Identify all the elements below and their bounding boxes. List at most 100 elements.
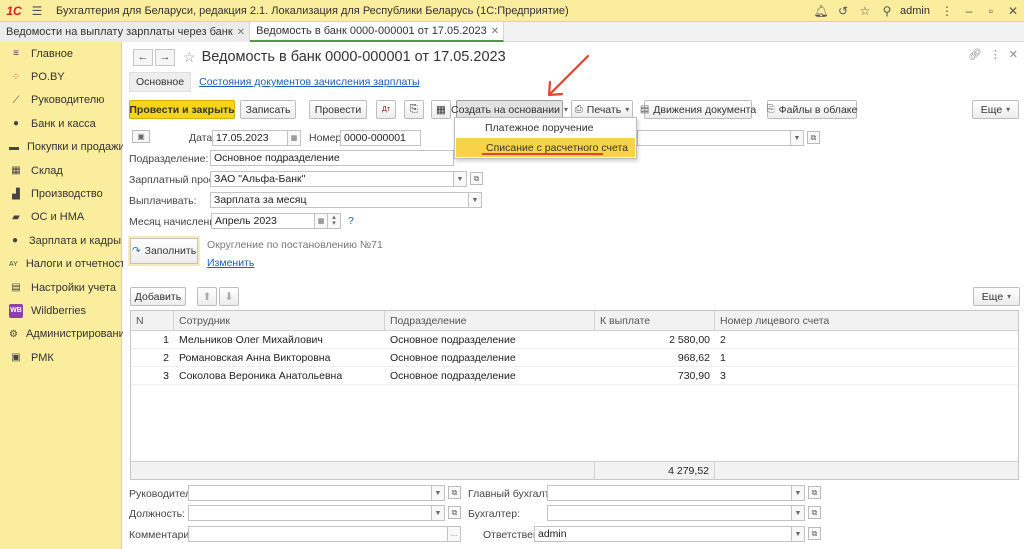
more-button[interactable]: Еще ▾ (972, 100, 1019, 119)
sidebar-item-taxes[interactable]: AY Налоги и отчетность (0, 253, 131, 276)
close-tab-icon[interactable]: ✕ (237, 27, 245, 38)
menu-icon: ≡ (13, 48, 19, 60)
annotation-arrow (547, 54, 590, 97)
sidebar-item-production[interactable]: ▟ Производство (0, 182, 121, 205)
sidebar-item-payroll-hr[interactable]: ● Зарплата и кадры (0, 229, 121, 252)
post-button[interactable]: Провести (309, 100, 367, 119)
favorite-star-icon[interactable]: ☆ (183, 49, 196, 66)
open-icon[interactable]: ⧉ (807, 131, 820, 144)
movements-icon: ▤ (639, 104, 650, 115)
position-field[interactable] (188, 505, 432, 521)
sidebar-item-purchases-sales[interactable]: ▬ Покупки и продажи (0, 136, 125, 159)
sidebar-item-accounting-settings[interactable]: ▤ Настройки учета (0, 276, 121, 299)
table-row[interactable]: 1 Мельников Олег Михайлович Основное под… (131, 331, 1018, 349)
add-row-button[interactable]: Добавить (130, 287, 186, 306)
ellipsis-button[interactable]: … (448, 526, 461, 542)
tab-main[interactable]: Основное (129, 72, 192, 92)
month-stepper[interactable]: ▴ ▾ (328, 213, 341, 229)
tab-payroll-document[interactable]: Ведомость в банк 0000-000001 от 17.05.20… (250, 22, 505, 42)
pay-type-field[interactable]: Зарплата за месяц (210, 192, 469, 208)
accountant-field[interactable] (547, 505, 792, 521)
doc-states-link[interactable]: Состояния документов зачисления зарплаты (199, 76, 419, 88)
responsible-field[interactable]: admin (534, 526, 792, 542)
bell-icon[interactable]: 🔔︎ (810, 2, 832, 20)
structure-icon[interactable]: ▦ (431, 100, 451, 119)
cloud-files-button[interactable]: ⎘ Файлы в облаке (767, 100, 857, 119)
sidebar-item-warehouse[interactable]: ▦ Склад (0, 159, 121, 182)
forward-button[interactable]: → (155, 48, 175, 66)
close-icon[interactable]: ✕ (1009, 48, 1018, 61)
column-header-amount[interactable]: К выплате (595, 311, 715, 331)
comment-field[interactable] (188, 526, 448, 542)
salary-project-field[interactable]: ЗАО "Альфа-Банк" (210, 171, 454, 187)
open-icon[interactable]: ⧉ (448, 506, 461, 519)
hamburger-menu-icon[interactable]: ☰ (28, 2, 46, 20)
open-icon[interactable]: ⧉ (470, 172, 483, 185)
sidebar-item-main[interactable]: ≡ Главное (0, 42, 121, 65)
sidebar-item-pos[interactable]: ▣ РМК (0, 346, 121, 369)
calendar-icon[interactable]: ▦ (315, 213, 328, 229)
move-down-icon[interactable]: ⬇ (219, 287, 239, 306)
more-vertical-icon[interactable]: ⋮ (936, 2, 958, 20)
open-icon[interactable]: ⧉ (808, 527, 821, 540)
chevron-down-icon[interactable]: ▼ (469, 192, 482, 208)
sidebar-item-management[interactable]: ⟋ Руководителю (0, 89, 121, 112)
search-icon[interactable]: ⚲ (876, 2, 898, 20)
chevron-down-icon[interactable]: ▼ (454, 171, 467, 187)
document-movements-button[interactable]: ▤ Движения документа (640, 100, 756, 119)
back-button[interactable]: ← (133, 48, 153, 66)
chevron-down-icon[interactable]: ▼ (791, 130, 804, 146)
change-link[interactable]: Изменить (207, 257, 254, 269)
chevron-down-icon[interactable]: ▼ (432, 485, 445, 501)
number-field[interactable]: 0000-000001 (340, 130, 421, 146)
move-up-icon[interactable]: ⬆ (197, 287, 217, 306)
organization-field[interactable] (637, 130, 791, 146)
close-tab-icon[interactable]: ✕ (491, 26, 499, 37)
column-header-department[interactable]: Подразделение (385, 311, 595, 331)
fill-button[interactable]: ↷ Заполнить (130, 238, 198, 264)
sidebar-item-administration[interactable]: ⚙ Администрирование (0, 323, 131, 346)
chevron-down-icon[interactable]: ▼ (792, 526, 805, 542)
sidebar-item-wildberries[interactable]: WB Wildberries (0, 299, 121, 322)
close-icon[interactable]: ✕ (1002, 2, 1024, 20)
table-more-button[interactable]: Еще ▾ (973, 287, 1020, 306)
help-icon[interactable]: ? (348, 215, 354, 227)
dt-kt-icon[interactable]: Дт (376, 100, 396, 119)
chevron-down-icon[interactable]: ▼ (792, 505, 805, 521)
star-icon[interactable]: ☆ (854, 2, 876, 20)
minimize-icon[interactable]: – (958, 2, 980, 20)
settings-doc-icon: ▤ (11, 282, 21, 294)
post-and-close-button[interactable]: Провести и закрыть (129, 100, 235, 119)
column-header-account-number[interactable]: Номер лицевого счета (715, 311, 1018, 331)
fill-icon: ↷ (131, 245, 141, 257)
calendar-icon[interactable]: ▦ (288, 130, 301, 146)
menu-item-payment-order[interactable]: Платежное поручение (455, 118, 636, 137)
history-icon[interactable]: ↺ (832, 2, 854, 20)
user-name[interactable]: admin (900, 5, 930, 17)
maximize-icon[interactable]: ▫ (980, 2, 1002, 20)
tab-label: Ведомости на выплату зарплаты через банк (6, 26, 233, 38)
chief-accountant-field[interactable] (547, 485, 792, 501)
table-row[interactable]: 3 Соколова Вероника Анатольевна Основное… (131, 367, 1018, 385)
open-icon[interactable]: ⧉ (808, 506, 821, 519)
sidebar-item-poby[interactable]: ⁘ PO.BY (0, 65, 121, 88)
link-icon[interactable]: 🔗︎ (968, 48, 982, 61)
wb-icon: WB (9, 303, 23, 318)
open-icon[interactable]: ⧉ (808, 486, 821, 499)
open-icon[interactable]: ⧉ (448, 486, 461, 499)
save-button[interactable]: Записать (240, 100, 296, 119)
tab-payroll-list[interactable]: Ведомости на выплату зарплаты через банк… (0, 22, 251, 42)
more-vertical-icon[interactable]: ⋮ (990, 48, 1001, 61)
column-header-employee[interactable]: Сотрудник (174, 311, 385, 331)
sidebar-item-bank[interactable]: ● Банк и касса (0, 112, 121, 135)
column-header-n[interactable]: N (131, 311, 174, 331)
accrual-month-field[interactable]: Апрель 2023 (211, 213, 315, 229)
chevron-down-icon[interactable]: ▼ (792, 485, 805, 501)
attachment-icon[interactable]: ⎘ (404, 100, 424, 119)
head-field[interactable] (188, 485, 432, 501)
table-row[interactable]: 2 Романовская Анна Викторовна Основное п… (131, 349, 1018, 367)
date-field[interactable]: 17.05.2023 (212, 130, 288, 146)
sidebar-item-fixed-assets[interactable]: ▰ ОС и НМА (0, 206, 121, 229)
chevron-down-icon[interactable]: ▼ (432, 505, 445, 521)
department-field[interactable]: Основное подразделение (210, 150, 454, 166)
